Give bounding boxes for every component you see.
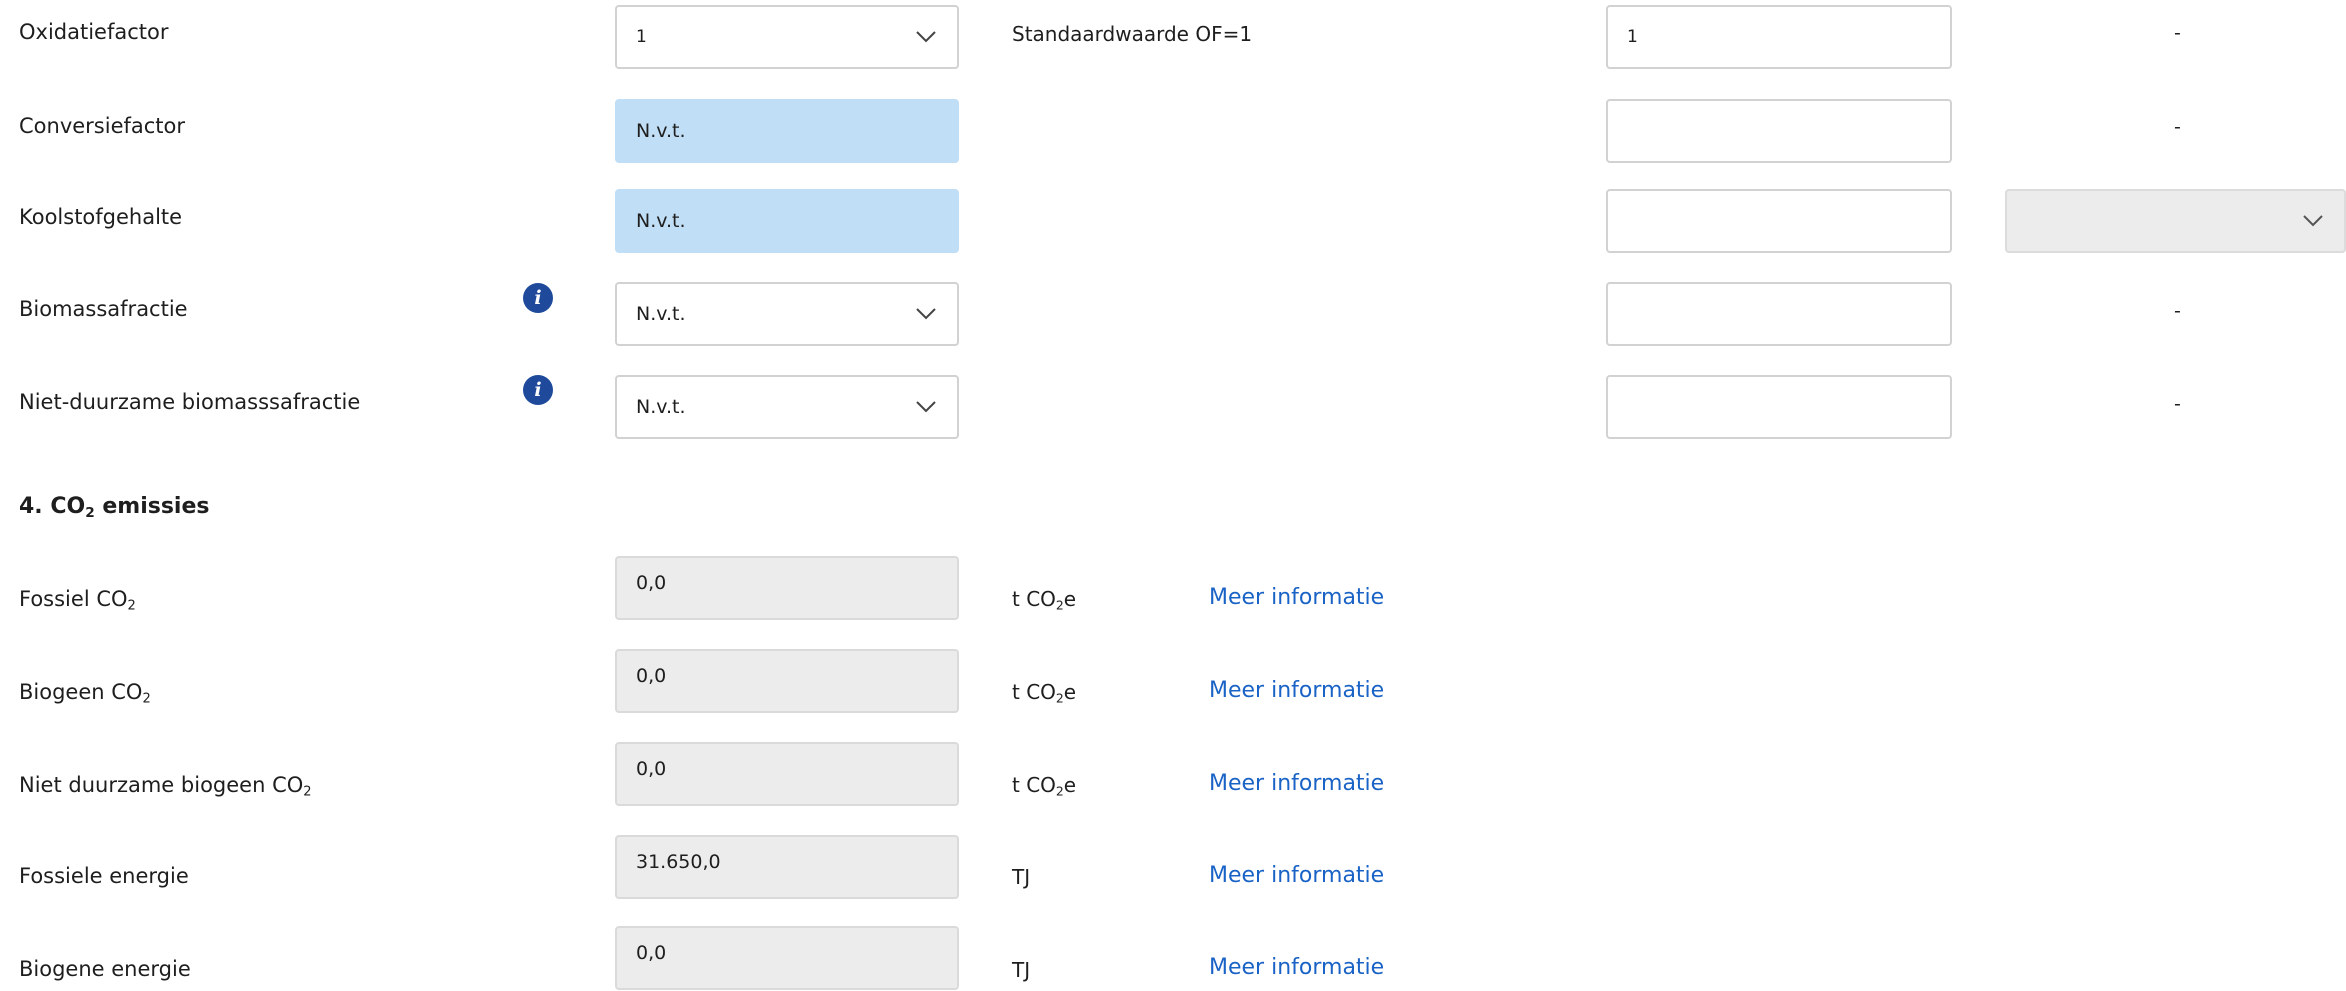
chevron-down-icon: [915, 30, 937, 44]
oxidatiefactor-override-input[interactable]: 1: [1606, 5, 1952, 69]
chevron-down-icon: [915, 307, 937, 321]
fossiele-energie-value: 31.650,0: [615, 835, 959, 899]
niet-duurzame-biogeen-co2-value: 0,0: [615, 742, 959, 806]
factor-label-niet-duurzame-biomassafractie: Niet-duurzame biomasssafractie: [19, 390, 361, 414]
niet-duurzame-biomassafractie-extra: -: [2174, 393, 2181, 415]
section-title-co2-emissies: 4. CO2 emissies: [19, 494, 210, 521]
info-icon[interactable]: i: [523, 283, 553, 313]
factor-label-conversiefactor: Conversiefactor: [19, 114, 186, 138]
biogeen-co2-meer-informatie-link[interactable]: Meer informatie: [1209, 678, 1384, 703]
emission-label-fossiel-co2: Fossiel CO2: [19, 587, 136, 614]
chevron-down-icon: [2302, 214, 2324, 228]
biomassafractie-select[interactable]: N.v.t.: [615, 282, 959, 346]
emission-label-biogeen-co2: Biogeen CO2: [19, 680, 151, 707]
fossiel-co2-value: 0,0: [615, 556, 959, 620]
biogeen-co2-value: 0,0: [615, 649, 959, 713]
biogene-energie-unit: TJ: [1012, 958, 1031, 982]
fossiel-co2-unit: t CO2e: [1012, 587, 1077, 613]
oxidatiefactor-standard-note: Standaardwaarde OF=1: [1012, 22, 1253, 46]
biogene-energie-meer-informatie-link[interactable]: Meer informatie: [1209, 955, 1384, 980]
oxidatiefactor-select-value: 1: [636, 27, 647, 47]
niet-duurzame-biomassafractie-select[interactable]: N.v.t.: [615, 375, 959, 439]
factor-label-oxidatiefactor: Oxidatiefactor: [19, 20, 169, 44]
chevron-down-icon: [915, 400, 937, 414]
koolstofgehalte-unit-select[interactable]: [2005, 189, 2346, 253]
info-icon[interactable]: i: [523, 375, 553, 405]
factor-label-koolstofgehalte: Koolstofgehalte: [19, 205, 183, 229]
fossiele-energie-unit: TJ: [1012, 865, 1031, 889]
niet-duurzame-biomassafractie-select-value: N.v.t.: [636, 396, 686, 418]
emission-label-fossiele-energie: Fossiele energie: [19, 864, 189, 888]
niet-duurzame-biomassafractie-override-input[interactable]: [1606, 375, 1952, 439]
conversiefactor-override-input[interactable]: [1606, 99, 1952, 163]
emission-label-biogene-energie: Biogene energie: [19, 957, 191, 981]
factor-label-biomassafractie: Biomassafractie: [19, 297, 188, 321]
koolstofgehalte-value: N.v.t.: [636, 210, 686, 232]
biogeen-co2-unit: t CO2e: [1012, 680, 1077, 706]
oxidatiefactor-select[interactable]: 1: [615, 5, 959, 69]
emission-label-niet-duurzame-biogeen-co2: Niet duurzame biogeen CO2: [19, 773, 312, 800]
fossiel-co2-meer-informatie-link[interactable]: Meer informatie: [1209, 585, 1384, 610]
biomassafractie-select-value: N.v.t.: [636, 303, 686, 325]
fossiele-energie-meer-informatie-link[interactable]: Meer informatie: [1209, 863, 1384, 888]
conversiefactor-field: N.v.t.: [615, 99, 959, 163]
niet-duurzame-biogeen-co2-meer-informatie-link[interactable]: Meer informatie: [1209, 771, 1384, 796]
niet-duurzame-biogeen-co2-unit: t CO2e: [1012, 773, 1077, 799]
conversiefactor-value: N.v.t.: [636, 120, 686, 142]
biomassafractie-extra: -: [2174, 300, 2181, 322]
biomassafractie-override-input[interactable]: [1606, 282, 1952, 346]
koolstofgehalte-override-input[interactable]: [1606, 189, 1952, 253]
oxidatiefactor-extra: -: [2174, 22, 2181, 44]
biogene-energie-value: 0,0: [615, 926, 959, 990]
koolstofgehalte-field: N.v.t.: [615, 189, 959, 253]
conversiefactor-extra: -: [2174, 116, 2181, 138]
